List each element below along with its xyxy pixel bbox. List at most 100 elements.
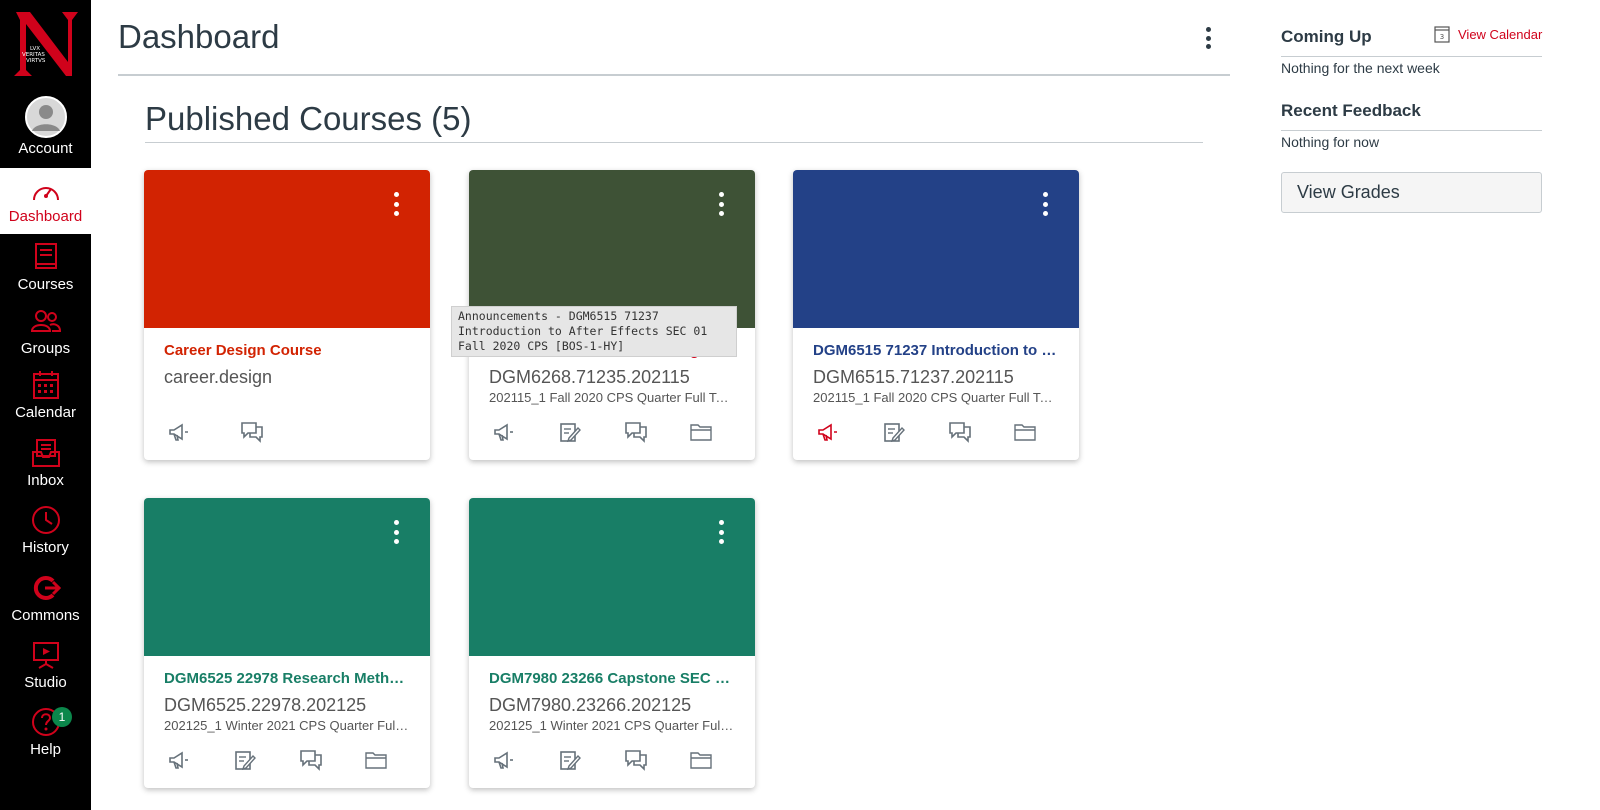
history-icon	[29, 503, 63, 537]
course-card-header[interactable]	[144, 498, 430, 656]
nav-label: Commons	[11, 607, 80, 624]
course-title-link[interactable]: Career Design Course	[164, 342, 410, 359]
assignments-icon[interactable]	[883, 418, 949, 446]
nav-groups[interactable]: Groups	[0, 304, 91, 357]
course-code: career.design	[164, 367, 273, 387]
course-title-link[interactable]: DGM6515 71237 Introduction to …	[813, 342, 1059, 359]
recent-feedback-heading: Recent Feedback	[1281, 101, 1421, 120]
card-action-bar	[469, 746, 755, 774]
discussions-icon[interactable]	[624, 418, 690, 446]
card-options-kebab-icon[interactable]	[388, 190, 404, 218]
nav-inbox[interactable]: Inbox	[0, 436, 91, 489]
course-card-header[interactable]	[793, 170, 1079, 328]
assignments-icon[interactable]	[559, 746, 625, 774]
nav-help[interactable]: 1 Help	[0, 705, 91, 758]
assignments-icon[interactable]	[559, 418, 625, 446]
card-options-kebab-icon[interactable]	[1037, 190, 1053, 218]
assignments-icon[interactable]	[234, 746, 300, 774]
card-options-kebab-icon[interactable]	[713, 518, 729, 546]
course-card-header[interactable]	[469, 170, 755, 328]
calendar-small-icon: 3	[1434, 26, 1450, 43]
announcements-icon[interactable]	[817, 418, 883, 446]
course-term: 202125_1 Winter 2021 CPS Quarter Full…	[164, 718, 410, 733]
announcements-icon[interactable]	[168, 418, 240, 446]
nav-label: Inbox	[27, 472, 64, 489]
calendar-icon	[29, 368, 63, 402]
university-logo[interactable]: LVX VERITAS VIRTVS	[0, 0, 91, 86]
course-term: 202115_1 Fall 2020 CPS Quarter Full Term	[489, 390, 735, 405]
course-term: 202115_1 Fall 2020 CPS Quarter Full Term	[813, 390, 1059, 405]
nav-calendar[interactable]: Calendar	[0, 368, 91, 421]
course-card[interactable]: DGM7980 23266 Capstone SEC 0… DGM7980.23…	[469, 498, 755, 788]
files-icon[interactable]	[1013, 418, 1080, 446]
inbox-icon	[29, 436, 63, 470]
course-code: DGM7980.23266.202125	[489, 695, 692, 715]
course-card-header[interactable]	[469, 498, 755, 656]
studio-icon	[29, 638, 63, 672]
course-code: DGM6515.71237.202115	[813, 367, 1014, 387]
discussions-icon[interactable]	[240, 418, 312, 446]
nav-studio[interactable]: Studio	[0, 638, 91, 691]
published-courses-heading: Published Courses (5)	[145, 100, 472, 137]
course-title-link[interactable]: DGM6525 22978 Research Meth…	[164, 670, 410, 687]
help-notification-badge: 1	[52, 707, 72, 727]
announcements-tooltip: Announcements - DGM6515 71237 Introducti…	[451, 306, 737, 357]
announcements-icon[interactable]	[168, 746, 234, 774]
svg-text:3: 3	[1440, 33, 1444, 41]
section-divider	[145, 142, 1203, 143]
nav-label: Dashboard	[8, 208, 83, 225]
dashboard-icon	[29, 178, 63, 206]
discussions-icon[interactable]	[948, 418, 1014, 446]
courses-icon	[29, 240, 63, 274]
announcements-icon[interactable]	[493, 418, 559, 446]
coming-up-divider	[1281, 56, 1542, 57]
view-calendar-label: View Calendar	[1458, 26, 1543, 42]
nav-dashboard[interactable]: Dashboard	[0, 168, 91, 234]
coming-up-empty-text: Nothing for the next week	[1281, 60, 1440, 76]
files-icon[interactable]	[689, 746, 756, 774]
nav-label: Help	[30, 741, 61, 758]
view-calendar-link[interactable]: 3 View Calendar	[1434, 25, 1542, 43]
global-nav: LVX VERITAS VIRTVS Account Dashboard Cou…	[0, 0, 91, 810]
nav-label: Courses	[17, 276, 74, 293]
commons-icon	[29, 571, 63, 605]
course-card-header[interactable]	[144, 170, 430, 328]
files-icon[interactable]	[689, 418, 756, 446]
card-action-bar	[469, 418, 755, 446]
announcements-icon[interactable]	[493, 746, 559, 774]
card-options-kebab-icon[interactable]	[388, 518, 404, 546]
course-code: DGM6525.22978.202125	[164, 695, 367, 715]
discussions-icon[interactable]	[624, 746, 690, 774]
card-action-bar	[793, 418, 1079, 446]
nav-commons[interactable]: Commons	[0, 571, 91, 624]
nav-label: History	[22, 539, 69, 556]
nav-label: Calendar	[15, 404, 76, 421]
dashboard-options-kebab-icon[interactable]	[1197, 24, 1219, 52]
nav-label: Account	[18, 140, 73, 157]
course-term: 202125_1 Winter 2021 CPS Quarter Full…	[489, 718, 735, 733]
course-card[interactable]: DGM6525 22978 Research Meth… DGM6525.229…	[144, 498, 430, 788]
card-action-bar	[144, 418, 430, 446]
course-card[interactable]: Career Design Course career.design	[144, 170, 430, 460]
nav-courses[interactable]: Courses	[0, 240, 91, 293]
coming-up-heading: Coming Up	[1281, 27, 1372, 46]
account-avatar-icon	[24, 96, 67, 138]
groups-icon	[29, 304, 63, 338]
files-icon[interactable]	[364, 746, 431, 774]
feedback-empty-text: Nothing for now	[1281, 134, 1380, 150]
nav-account[interactable]: Account	[0, 96, 91, 157]
card-action-bar	[144, 746, 430, 774]
course-title-link[interactable]: DGM7980 23266 Capstone SEC 0…	[489, 670, 735, 687]
card-options-kebab-icon[interactable]	[713, 190, 729, 218]
course-card[interactable]: DGM6515 71237 Introduction to … DGM6515.…	[793, 170, 1079, 460]
course-code: DGM6268.71235.202115	[489, 367, 690, 387]
nav-label: Studio	[24, 674, 67, 691]
view-grades-button[interactable]: View Grades	[1281, 172, 1542, 213]
discussions-icon[interactable]	[299, 746, 365, 774]
nav-label: Groups	[20, 340, 71, 357]
logo-icon: LVX VERITAS VIRTVS	[13, 12, 78, 76]
nav-history[interactable]: History	[0, 503, 91, 556]
header-divider	[118, 74, 1230, 76]
recent-feedback-divider	[1281, 130, 1542, 131]
page-title: Dashboard	[118, 18, 280, 55]
